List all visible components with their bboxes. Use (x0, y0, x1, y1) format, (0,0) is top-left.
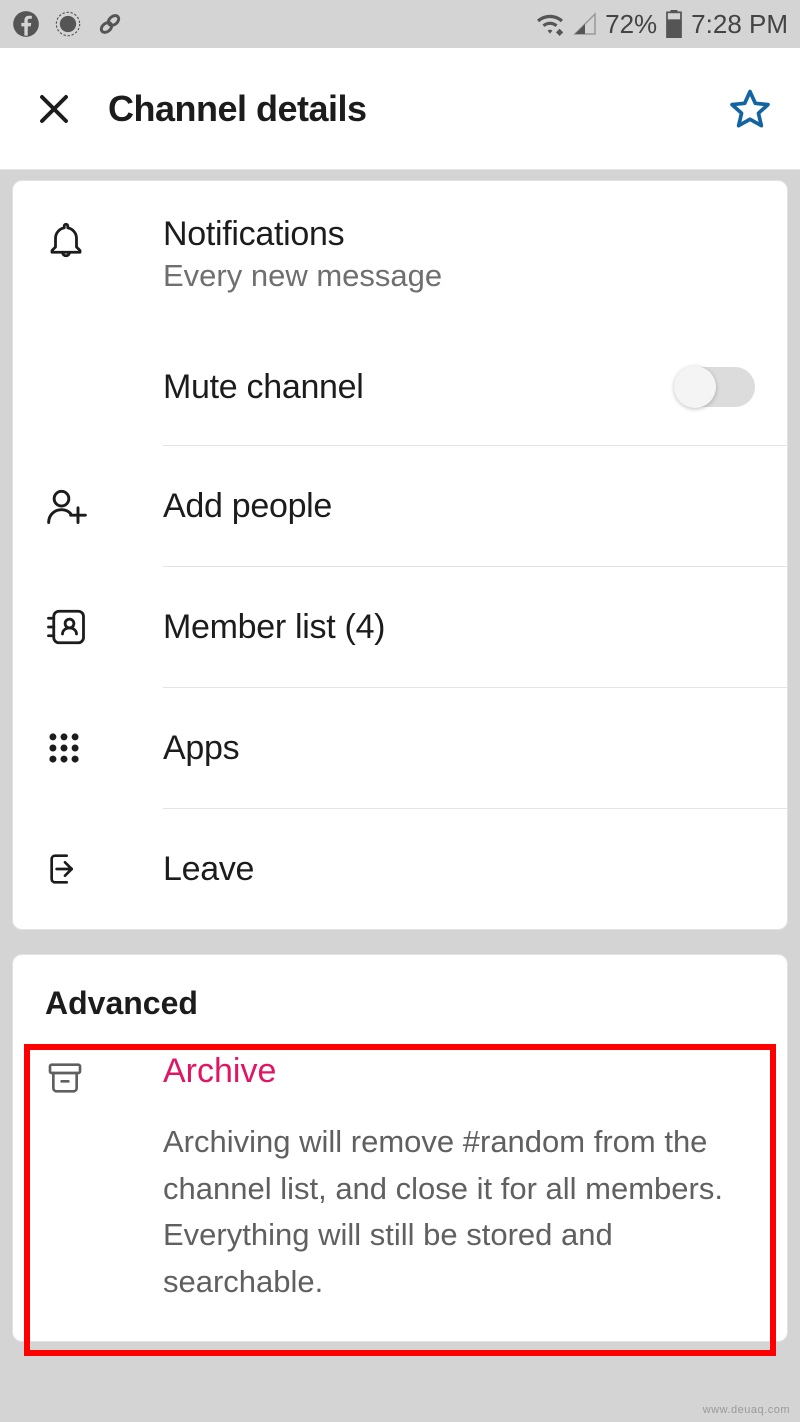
notifications-title: Notifications (163, 215, 755, 254)
archive-icon (45, 1058, 85, 1098)
leave-label: Leave (163, 850, 755, 889)
star-button[interactable] (728, 87, 772, 131)
star-icon (728, 87, 772, 131)
archive-row[interactable]: Archive Archiving will remove #random fr… (13, 1032, 787, 1341)
cell-signal-icon (573, 12, 597, 36)
advanced-header: Advanced (13, 955, 787, 1032)
wifi-icon (535, 12, 565, 36)
notifications-row[interactable]: Notifications Every new message (13, 181, 787, 329)
link-icon (96, 10, 124, 38)
add-person-icon (45, 484, 89, 528)
battery-icon (665, 10, 683, 38)
close-button[interactable] (36, 91, 72, 127)
leave-icon (45, 849, 85, 889)
member-list-row[interactable]: Member list (4) (13, 567, 787, 687)
apps-row[interactable]: Apps (13, 688, 787, 808)
settings-card: Notifications Every new message Mute cha… (12, 180, 788, 930)
member-list-label: Member list (4) (163, 608, 755, 647)
android-status-bar: 72% 7:28 PM (0, 0, 800, 48)
page-title: Channel details (108, 88, 728, 130)
mute-channel-label: Mute channel (163, 368, 675, 407)
apps-grid-icon (45, 729, 83, 767)
add-people-row[interactable]: Add people (13, 446, 787, 566)
app-header: Channel details (0, 48, 800, 170)
archive-description: Archiving will remove #random from the c… (163, 1119, 755, 1305)
add-people-label: Add people (163, 487, 755, 526)
signal-app-icon (54, 10, 82, 38)
advanced-card: Advanced Archive Archiving will remove #… (12, 954, 788, 1342)
clock-label: 7:28 PM (691, 9, 788, 40)
apps-label: Apps (163, 729, 755, 768)
watermark: www.deuaq.com (703, 1404, 790, 1416)
mute-channel-toggle[interactable] (675, 367, 755, 407)
facebook-icon (12, 10, 40, 38)
mute-channel-row: Mute channel (13, 329, 787, 445)
archive-title: Archive (163, 1052, 755, 1091)
bell-icon (45, 219, 87, 261)
leave-row[interactable]: Leave (13, 809, 787, 929)
notifications-subtitle: Every new message (163, 258, 755, 294)
close-icon (36, 91, 72, 127)
battery-percent-label: 72% (605, 9, 657, 40)
status-notification-icons (12, 10, 124, 38)
contacts-icon (45, 606, 87, 648)
toggle-knob (674, 366, 716, 408)
